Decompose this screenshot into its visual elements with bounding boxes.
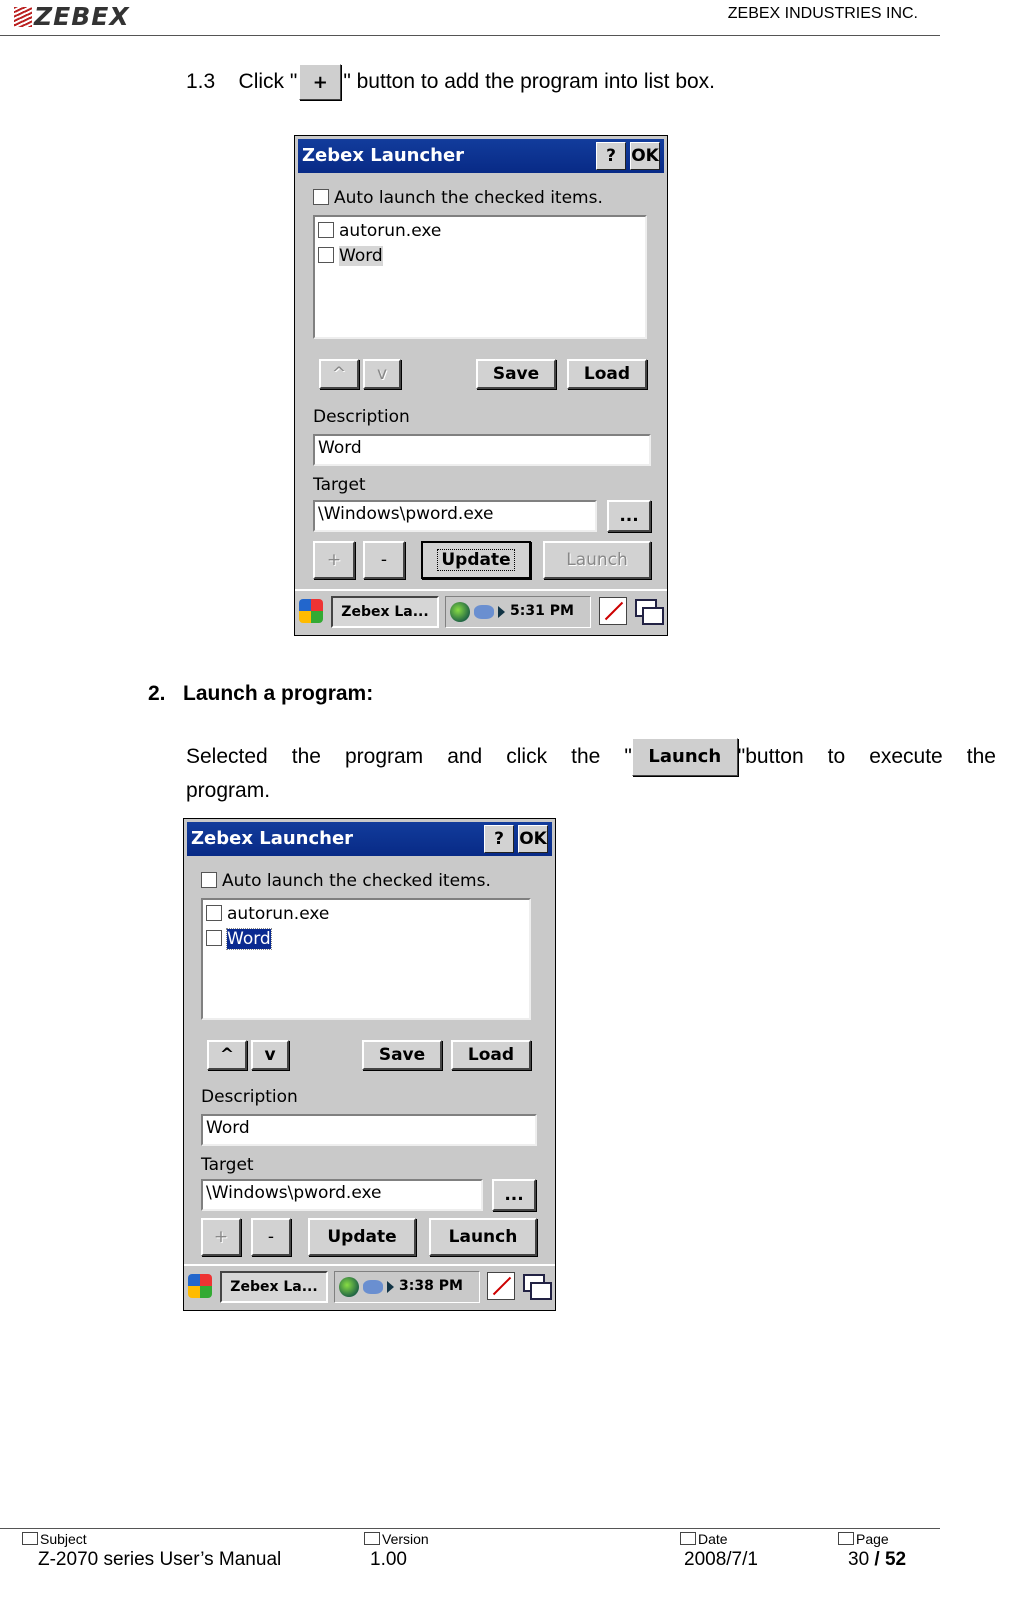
window-title: Zebex Launcher xyxy=(302,145,465,166)
launch-button[interactable]: Launch xyxy=(543,541,651,579)
update-button[interactable]: Update xyxy=(308,1218,416,1256)
window-title: Zebex Launcher xyxy=(191,828,354,849)
step-1-3: 1.3 Click " + " button to add the program … xyxy=(186,64,715,100)
footer-date-label: Date xyxy=(680,1531,728,1547)
list-item-selected[interactable]: Word xyxy=(206,928,272,950)
checkbox-icon xyxy=(318,247,334,263)
list-item[interactable]: autorun.exe xyxy=(206,904,329,924)
windows-switch-icon[interactable] xyxy=(633,597,664,625)
ok-button[interactable]: OK xyxy=(630,142,660,170)
save-button[interactable]: Save xyxy=(476,359,556,389)
globe-icon xyxy=(450,602,470,622)
footer-rule xyxy=(0,1528,940,1529)
tray-arrow-icon[interactable] xyxy=(387,1281,394,1293)
system-tray: 5:31 PM xyxy=(445,596,591,628)
clock: 3:38 PM xyxy=(399,1278,463,1294)
description-label: Description xyxy=(201,1087,298,1107)
checkbox-icon xyxy=(206,905,222,921)
tray-arrow-icon[interactable] xyxy=(498,606,505,618)
logo-stripes-icon xyxy=(14,7,32,27)
book-icon xyxy=(838,1532,854,1545)
checkbox-icon xyxy=(318,222,334,238)
plus-button-image: + xyxy=(299,64,342,100)
footer-page: 30 / 52 xyxy=(848,1549,907,1570)
remove-button[interactable]: - xyxy=(363,541,405,579)
auto-launch-checkbox[interactable]: Auto launch the checked items. xyxy=(313,188,603,208)
footer-subject: Z-2070 series User’s Manual xyxy=(38,1549,282,1570)
description-field[interactable]: Word xyxy=(201,1114,537,1146)
network-icon xyxy=(363,1280,383,1294)
move-up-button[interactable]: ^ xyxy=(319,359,359,389)
step-number: 1.3 xyxy=(186,70,216,93)
program-listbox[interactable]: autorun.exe Word xyxy=(313,215,647,339)
folder-icon xyxy=(22,1532,38,1545)
target-label: Target xyxy=(313,475,366,495)
footer-subject-label: Subject xyxy=(22,1531,87,1547)
target-field[interactable]: \Windows\pword.exe xyxy=(201,1179,483,1211)
input-panel-icon[interactable] xyxy=(599,597,627,625)
input-panel-icon[interactable] xyxy=(487,1272,515,1300)
screenshot-add-program: Zebex Launcher ? OK Auto launch the chec… xyxy=(294,135,668,636)
document-icon xyxy=(364,1532,380,1545)
globe-icon xyxy=(339,1277,359,1297)
description-field[interactable]: Word xyxy=(313,434,651,466)
move-down-button[interactable]: v xyxy=(251,1040,289,1070)
checkbox-icon xyxy=(201,872,217,888)
launch-button-image: Launch xyxy=(631,738,738,776)
browse-button[interactable]: ... xyxy=(607,500,651,532)
company-name: ZEBEX INDUSTRIES INC. xyxy=(727,5,918,22)
ok-button[interactable]: OK xyxy=(518,825,548,853)
target-label: Target xyxy=(201,1155,254,1175)
taskbar: Zebex La... 5:31 PM xyxy=(295,589,667,635)
add-button[interactable]: + xyxy=(201,1218,241,1256)
move-up-button[interactable]: ^ xyxy=(207,1040,247,1070)
windows-switch-icon[interactable] xyxy=(521,1272,552,1300)
launch-button[interactable]: Launch xyxy=(429,1218,537,1256)
auto-launch-checkbox[interactable]: Auto launch the checked items. xyxy=(201,871,491,891)
screenshot-launch-program: Zebex Launcher ? OK Auto launch the chec… xyxy=(183,818,556,1311)
checkbox-icon xyxy=(206,930,222,946)
add-button[interactable]: + xyxy=(313,541,355,579)
header-rule xyxy=(0,35,940,36)
list-item[interactable]: autorun.exe xyxy=(318,221,441,241)
footer-version: 1.00 xyxy=(370,1549,407,1570)
help-button[interactable]: ? xyxy=(596,142,626,170)
load-button[interactable]: Load xyxy=(567,359,647,389)
system-tray: 3:38 PM xyxy=(334,1271,480,1303)
save-button[interactable]: Save xyxy=(362,1040,442,1070)
step-text-before: Click " xyxy=(238,70,298,93)
taskbar: Zebex La... 3:38 PM xyxy=(184,1264,555,1310)
zebex-logo: ZEBEX xyxy=(14,2,130,31)
window-titlebar: Zebex Launcher ? OK xyxy=(298,139,664,173)
help-button[interactable]: ? xyxy=(484,825,514,853)
update-button[interactable]: Update xyxy=(421,541,531,579)
browse-button[interactable]: ... xyxy=(492,1179,536,1211)
network-icon xyxy=(474,605,494,619)
program-listbox[interactable]: autorun.exe Word xyxy=(201,898,531,1020)
start-icon[interactable] xyxy=(299,599,323,623)
section-heading: 2. Launch a program: xyxy=(148,682,374,705)
footer-version-label: Version xyxy=(364,1531,429,1547)
description-label: Description xyxy=(313,407,410,427)
remove-button[interactable]: - xyxy=(251,1218,291,1256)
taskbar-app-button[interactable]: Zebex La... xyxy=(220,1271,328,1303)
move-down-button[interactable]: v xyxy=(363,359,401,389)
start-icon[interactable] xyxy=(188,1274,212,1298)
window-titlebar: Zebex Launcher ? OK xyxy=(187,822,552,856)
footer-page-label: Page xyxy=(838,1531,889,1547)
load-button[interactable]: Load xyxy=(451,1040,531,1070)
clock: 5:31 PM xyxy=(510,603,574,619)
target-field[interactable]: \Windows\pword.exe xyxy=(313,500,597,532)
section-paragraph: Selected the program and click the " Laun… xyxy=(186,738,996,806)
checkbox-icon xyxy=(313,189,329,205)
list-item[interactable]: Word xyxy=(318,246,383,266)
calendar-icon xyxy=(680,1532,696,1545)
footer-date: 2008/7/1 xyxy=(684,1549,758,1570)
step-text-after: " button to add the program into list bo… xyxy=(343,70,716,93)
taskbar-app-button[interactable]: Zebex La... xyxy=(331,596,439,628)
